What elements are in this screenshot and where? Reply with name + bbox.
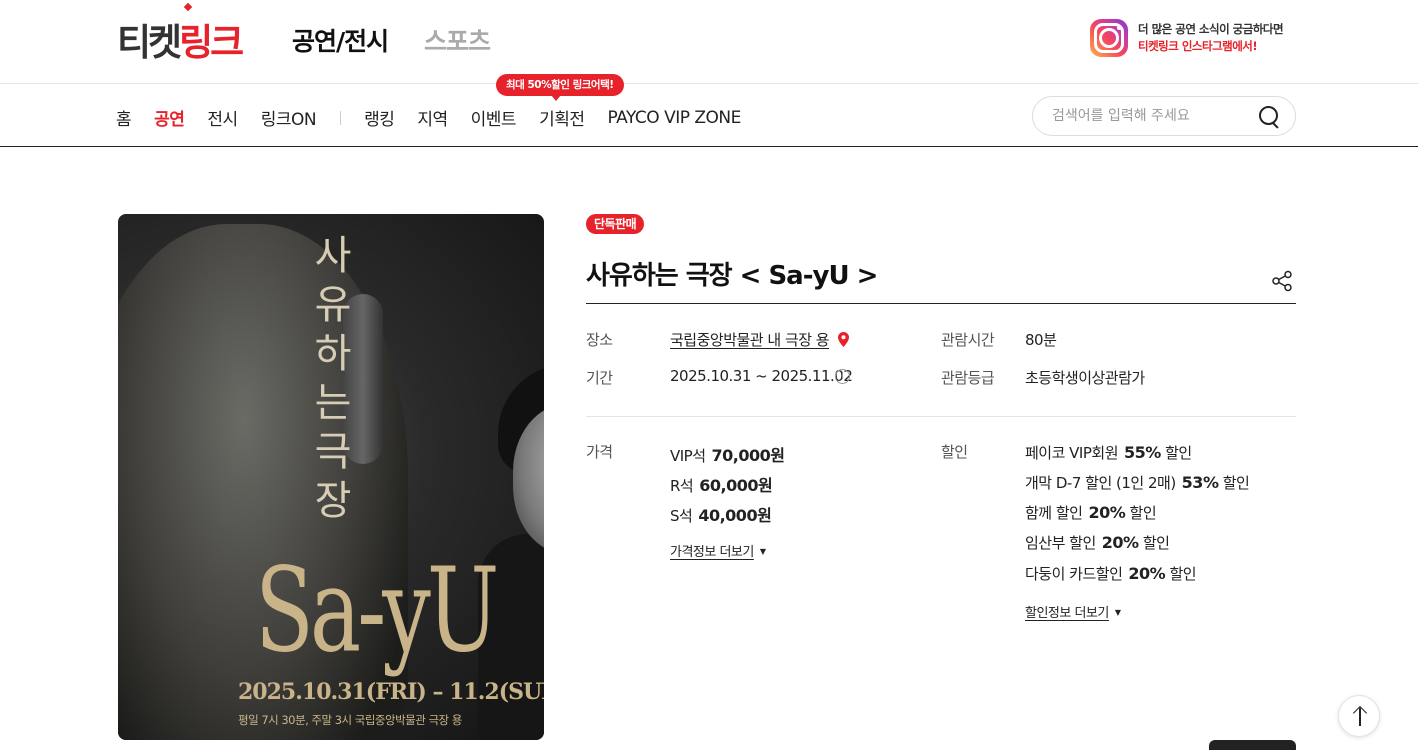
nav-item-region[interactable]: 지역 <box>417 105 448 130</box>
instagram-banner-line2: 티켓링크 인스타그램에서! <box>1138 39 1258 53</box>
logo-text-red: 링크 <box>179 12 244 66</box>
price-row: S석 40,000원 <box>670 502 772 526</box>
tab-performance-exhibition[interactable]: 공연/전시 <box>292 22 389 58</box>
instagram-icon <box>1090 19 1128 57</box>
booking-button[interactable] <box>1209 740 1296 750</box>
seat-grade: S석 <box>670 507 693 525</box>
nav-item-performance[interactable]: 공연 <box>154 105 185 130</box>
venue-label: 장소 <box>586 331 613 349</box>
nav-item-ranking[interactable]: 랭킹 <box>364 105 395 130</box>
discount-label: 할인 <box>941 443 968 461</box>
discount-more-link[interactable]: 할인정보 더보기 ▼ <box>1025 602 1121 621</box>
venue-link[interactable]: 국립중앙박물관 내 극장 용 <box>670 329 830 350</box>
map-pin-icon[interactable] <box>838 332 849 347</box>
caret-down-icon: ▼ <box>1114 608 1121 617</box>
top-header: 티켓 링크 공연/전시 스포츠 더 많은 공연 소식이 궁금하다면 티켓링크 인스… <box>0 0 1418 84</box>
tab-sports[interactable]: 스포츠 <box>424 22 491 58</box>
nav-item-linkon[interactable]: 링크ON <box>261 105 317 130</box>
title-divider <box>586 303 1296 304</box>
rating-value: 초등학생이상관람가 <box>1025 369 1145 387</box>
nav-item-exhibition[interactable]: 전시 <box>207 105 238 130</box>
scroll-to-top-button[interactable] <box>1338 695 1380 737</box>
seat-grade: R석 <box>670 477 694 495</box>
seat-price: 40,000원 <box>698 506 772 525</box>
poster-date: 2025.10.31(FRI) – 11.2(SUN) <box>238 679 544 705</box>
info-icon[interactable]: i <box>835 369 850 384</box>
share-icon[interactable] <box>1271 270 1293 292</box>
rating-label: 관람등급 <box>941 369 995 387</box>
exclusive-badge: 단독판매 <box>586 214 645 234</box>
instagram-banner-line1: 더 많은 공연 소식이 궁금하다면 <box>1138 22 1284 36</box>
info-divider <box>586 416 1296 417</box>
nav-item-special[interactable]: 기획전 <box>539 105 585 130</box>
price-label: 가격 <box>586 443 613 461</box>
poster-image: 사 유 하 는 극 장 Sa-yU 2025.10.31(FRI) – 11.2… <box>118 214 544 740</box>
nav-item-event[interactable]: 이벤트 <box>471 105 517 130</box>
product-title: 사유하는 극장 < Sa-yU > <box>586 261 878 291</box>
promo-badge[interactable]: 최대 50%할인 링크어택! <box>496 74 624 101</box>
poster-time-venue: 평일 7시 30분, 주말 3시 국립중앙박물관 극장 용 <box>238 713 462 727</box>
discount-row: 다둥이 카드할인 20% 할인 <box>1025 564 1197 583</box>
ticketlink-logo[interactable]: 티켓 링크 <box>117 12 244 66</box>
poster-subtitle: Sa-yU <box>255 544 499 679</box>
discount-row: 함께 할인 20% 할인 <box>1025 503 1157 522</box>
seat-price: 60,000원 <box>699 476 773 495</box>
search-box <box>1032 96 1296 136</box>
period-value: 2025.10.31 ~ 2025.11.02 <box>670 367 853 385</box>
runtime-label: 관람시간 <box>941 331 995 349</box>
seat-grade: VIP석 <box>670 447 706 465</box>
instagram-banner[interactable]: 더 많은 공연 소식이 궁금하다면 티켓링크 인스타그램에서! <box>1090 19 1284 57</box>
main-nav: 홈 공연 전시 링크ON 랭킹 지역 이벤트 기획전 PAYCO VIP ZON… <box>116 105 764 131</box>
search-icon[interactable] <box>1259 106 1279 126</box>
price-row: R석 60,000원 <box>670 472 773 496</box>
search-input[interactable] <box>1052 106 1252 126</box>
nav-item-home[interactable]: 홈 <box>116 105 132 130</box>
period-label: 기간 <box>586 369 613 387</box>
caret-down-icon: ▼ <box>759 547 766 556</box>
price-row: VIP석 70,000원 <box>670 442 785 466</box>
logo-text-dark: 티켓 <box>117 21 182 64</box>
price-more-link[interactable]: 가격정보 더보기 ▼ <box>670 541 766 560</box>
nav-divider <box>340 110 342 125</box>
discount-row: 페이코 VIP회원 55% 할인 <box>1025 443 1192 462</box>
seat-price: 70,000원 <box>711 446 785 465</box>
discount-row: 임산부 할인 20% 할인 <box>1025 533 1170 552</box>
discount-row: 개막 D-7 할인 (1인 2매) 53% 할인 <box>1025 473 1250 492</box>
runtime-value: 80분 <box>1025 331 1057 349</box>
poster-title: 사 유 하 는 극 장 <box>314 233 352 524</box>
nav-item-payco-vip-zone[interactable]: PAYCO VIP ZONE <box>608 108 742 128</box>
